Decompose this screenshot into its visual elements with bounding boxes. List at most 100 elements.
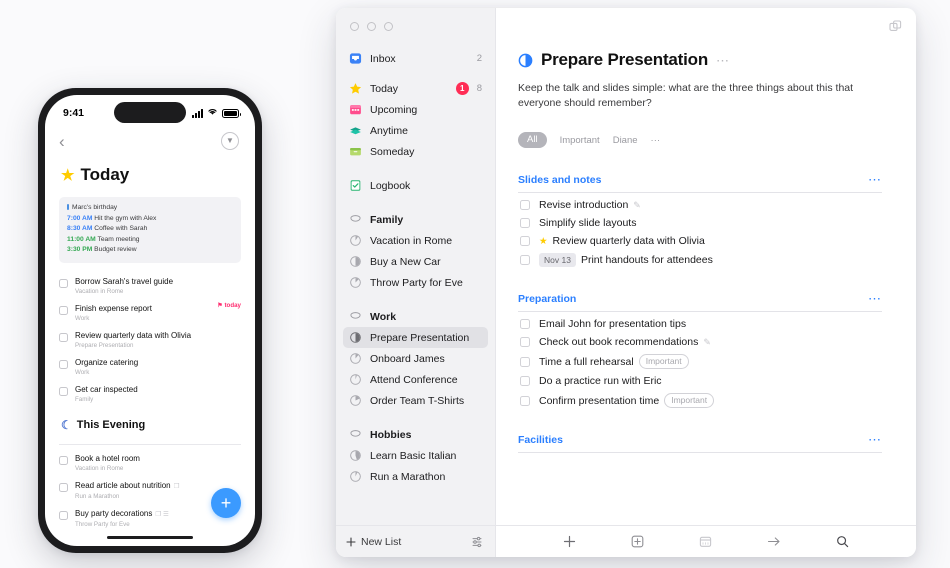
duplicate-window-icon[interactable] <box>889 20 902 33</box>
sidebar-project-attend-conference[interactable]: Attend Conference <box>343 369 488 390</box>
sidebar-item-label: Onboard James <box>370 352 445 365</box>
area-icon <box>350 215 361 222</box>
project-title: Prepare Presentation <box>541 50 709 69</box>
table-row[interactable]: Email John for presentation tips <box>518 312 882 330</box>
table-row[interactable]: Check out book recommendations ✎ <box>518 330 882 348</box>
checkbox[interactable] <box>59 279 68 288</box>
sidebar-project-vacation-in-rome[interactable]: Vacation in Rome <box>343 230 488 251</box>
calendar-event: Marc's birthday <box>67 203 233 214</box>
task-title: Check out book recommendations ✎ <box>539 336 711 348</box>
note-icon: ✎ <box>633 199 641 210</box>
sidebar-project-learn-basic-italian[interactable]: Learn Basic Italian <box>343 445 488 466</box>
checkbox[interactable] <box>520 376 530 386</box>
ellipsis-icon[interactable]: ⋯ <box>868 292 882 305</box>
note-checklist-icon: ❐ ☰ <box>155 511 169 518</box>
table-row[interactable]: Time a full rehearsal Important <box>518 348 882 369</box>
checkbox[interactable] <box>59 511 68 520</box>
sidebar-item-upcoming[interactable]: Upcoming <box>343 99 488 120</box>
phone-calendar-card[interactable]: Marc's birthday 7:00 AM Hit the gym with… <box>59 197 241 263</box>
new-list-button[interactable]: New List <box>346 536 401 548</box>
close-button[interactable] <box>350 22 359 31</box>
section-facilities: Facilities ⋯ <box>518 433 882 453</box>
task-subtitle: Run a Marathon <box>75 493 120 500</box>
ellipsis-icon[interactable]: ⋯ <box>716 54 730 67</box>
chevron-down-circle-icon[interactable]: ▼ <box>221 132 239 150</box>
sidebar-project-throw-party-for-eve[interactable]: Throw Party for Eve <box>343 272 488 293</box>
table-row[interactable]: Do a practice run with Eric <box>518 369 882 387</box>
checkbox[interactable] <box>520 236 530 246</box>
note-icon: ❐ <box>173 483 180 490</box>
list-item[interactable]: Organize catering Work <box>59 354 241 381</box>
progress-icon <box>350 471 361 482</box>
zoom-button[interactable] <box>384 22 393 31</box>
table-row[interactable]: Revise introduction ✎ <box>518 193 882 211</box>
sidebar-item-today[interactable]: Today 1 8 <box>343 78 488 99</box>
progress-half-icon[interactable] <box>518 53 533 68</box>
progress-icon <box>350 277 361 288</box>
battery-icon <box>222 108 241 118</box>
table-row[interactable]: Nov 13 Print handouts for attendees <box>518 247 882 267</box>
when-button[interactable] <box>699 535 712 548</box>
search-button[interactable] <box>836 535 849 548</box>
checkbox[interactable] <box>520 395 530 406</box>
section-title: Facilities <box>518 433 563 446</box>
sidebar-item-label: Learn Basic Italian <box>370 449 457 462</box>
sliders-icon[interactable] <box>471 536 483 548</box>
sidebar-project-order-team-t-shirts[interactable]: Order Team T-Shirts <box>343 390 488 411</box>
sidebar-area-family[interactable]: Family <box>343 209 488 230</box>
sidebar-area-work[interactable]: Work <box>343 306 488 327</box>
add-todo-fab[interactable]: + <box>211 488 241 518</box>
checkbox[interactable] <box>520 218 530 228</box>
table-row[interactable]: ★ Review quarterly data with Olivia <box>518 229 882 247</box>
minimize-button[interactable] <box>367 22 376 31</box>
list-item[interactable]: Book a hotel room Vacation in Rome <box>59 450 241 477</box>
sidebar-item-label: Inbox <box>370 52 396 65</box>
list-item[interactable]: Review quarterly data with Olivia Prepar… <box>59 327 241 354</box>
filter-more-icon[interactable]: ··· <box>651 135 661 146</box>
checkbox[interactable] <box>520 200 530 210</box>
checkbox[interactable] <box>59 306 68 315</box>
table-row[interactable]: Simplify slide layouts <box>518 211 882 229</box>
checkbox[interactable] <box>59 387 68 396</box>
list-item[interactable]: Borrow Sarah's travel guide Vacation in … <box>59 273 241 300</box>
sidebar-project-run-a-marathon[interactable]: Run a Marathon <box>343 466 488 487</box>
list-item[interactable]: Finish expense report Work ⚑ today <box>59 300 241 327</box>
move-button[interactable] <box>767 535 781 548</box>
checkbox[interactable] <box>59 360 68 369</box>
filter-diane[interactable]: Diane <box>613 135 638 146</box>
checkbox[interactable] <box>520 337 530 347</box>
new-heading-button[interactable] <box>631 535 644 548</box>
ellipsis-icon[interactable]: ⋯ <box>868 173 882 186</box>
list-item[interactable]: Get car inspected Family <box>59 381 241 408</box>
sidebar-item-label: Attend Conference <box>370 373 458 386</box>
checkbox[interactable] <box>520 255 530 265</box>
sidebar-item-someday[interactable]: Someday <box>343 141 488 162</box>
filter-all[interactable]: All <box>518 132 547 148</box>
sidebar-item-inbox[interactable]: Inbox 2 <box>343 48 488 69</box>
filter-important[interactable]: Important <box>560 135 600 146</box>
progress-icon <box>350 450 361 461</box>
table-row[interactable]: Confirm presentation time Important <box>518 387 882 408</box>
event-label: Team meeting <box>97 235 140 243</box>
checkbox[interactable] <box>520 319 530 329</box>
ellipsis-icon[interactable]: ⋯ <box>868 433 882 446</box>
sidebar-item-anytime[interactable]: Anytime <box>343 120 488 141</box>
checkbox[interactable] <box>59 456 68 465</box>
task-title: Do a practice run with Eric <box>539 375 662 387</box>
task-subtitle: Family <box>75 396 94 403</box>
new-todo-button[interactable] <box>563 535 576 548</box>
checkbox[interactable] <box>59 483 68 492</box>
search-icon <box>836 536 848 548</box>
sidebar-project-buy-a-new-car[interactable]: Buy a New Car <box>343 251 488 272</box>
checkbox[interactable] <box>59 333 68 342</box>
chevron-left-icon[interactable]: ‹ <box>59 133 65 150</box>
sidebar-project-onboard-james[interactable]: Onboard James <box>343 348 488 369</box>
sidebar-item-logbook[interactable]: Logbook <box>343 175 488 196</box>
plus-box-icon <box>631 535 644 548</box>
event-time: 11:00 AM <box>67 235 96 243</box>
phone-screen: 9:41 ‹ ▼ ★ Today Marc's birthday 7:00 AM… <box>45 95 255 546</box>
sidebar-area-hobbies[interactable]: Hobbies <box>343 424 488 445</box>
sidebar-project-prepare-presentation[interactable]: Prepare Presentation <box>343 327 488 348</box>
checkbox[interactable] <box>520 356 530 367</box>
phone-nav-bar: ‹ ▼ <box>45 125 255 153</box>
